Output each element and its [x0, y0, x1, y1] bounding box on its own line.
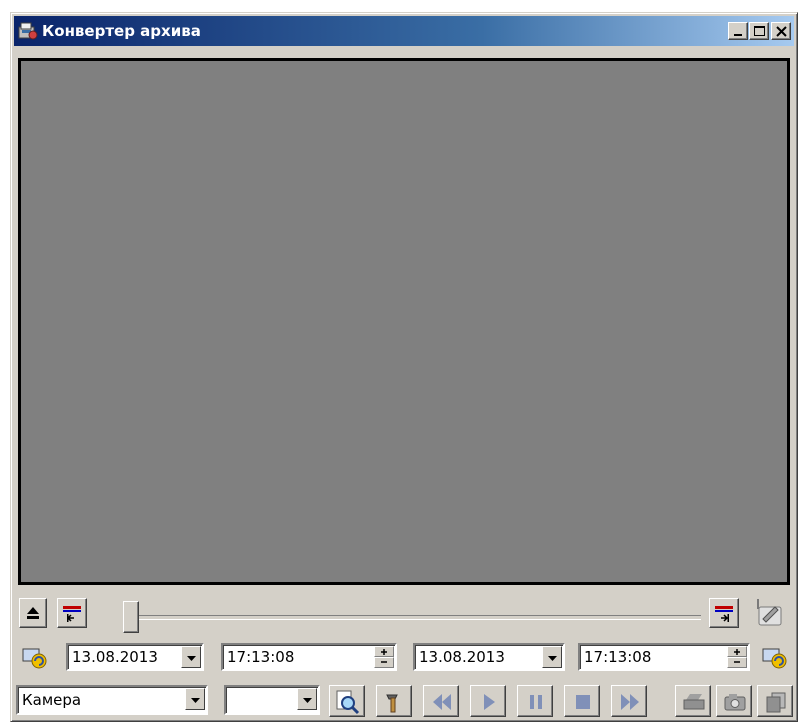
- chevron-down-icon: [303, 698, 312, 703]
- copy-icon: [766, 692, 786, 713]
- end-time-field[interactable]: [578, 643, 750, 671]
- maximize-button[interactable]: [749, 22, 769, 40]
- copy-button[interactable]: [757, 685, 793, 717]
- play-button[interactable]: [470, 685, 506, 717]
- chevron-down-icon: [187, 656, 196, 661]
- minimize-button[interactable]: [728, 22, 748, 40]
- close-icon: [776, 26, 787, 37]
- end-date-dropdown-button[interactable]: [542, 646, 562, 668]
- title-bar[interactable]: Конвертер архива: [14, 16, 794, 46]
- maximize-icon: [754, 26, 765, 36]
- search-icon: [336, 690, 360, 715]
- set-end-marker-button[interactable]: [709, 598, 739, 628]
- timeline-track[interactable]: [131, 615, 701, 620]
- secondary-dropdown-button[interactable]: [297, 688, 317, 710]
- end-date-field[interactable]: [413, 643, 565, 671]
- rewind-icon: [433, 694, 451, 710]
- stop-button[interactable]: [564, 685, 600, 717]
- chevron-down-icon: [548, 656, 557, 661]
- spinner-icon: [734, 649, 740, 663]
- archive-converter-window: Конвертер архива 13.08.2013 17:13:08 13.…: [10, 12, 798, 722]
- video-viewport[interactable]: [18, 58, 790, 585]
- end-time-spinner[interactable]: [727, 646, 747, 668]
- play-icon: [484, 694, 495, 710]
- pause-button[interactable]: [517, 685, 553, 717]
- refresh-icon: [22, 648, 47, 669]
- settings-icon: [386, 694, 398, 713]
- pause-icon: [530, 695, 542, 709]
- timeline-thumb[interactable]: [123, 601, 139, 633]
- set-start-marker-button[interactable]: [57, 598, 87, 628]
- start-time-field[interactable]: [221, 643, 397, 671]
- edit-icon: [757, 599, 782, 626]
- camera-dropdown-button[interactable]: [185, 688, 205, 710]
- camera-select[interactable]: Камера: [16, 685, 208, 715]
- camera-select-value: Камера: [22, 691, 82, 709]
- close-button[interactable]: [771, 22, 791, 40]
- refresh-icon: [762, 648, 787, 669]
- start-time-spinner[interactable]: [374, 646, 394, 668]
- set-end-marker-icon: [715, 606, 733, 622]
- window-title: Конвертер архива: [42, 22, 201, 40]
- camera-icon: [724, 694, 746, 711]
- refresh-start-button[interactable]: [19, 643, 53, 673]
- end-time-input[interactable]: [584, 648, 719, 666]
- eject-button[interactable]: [19, 598, 47, 628]
- start-time-input[interactable]: [227, 648, 365, 666]
- app-icon: [18, 21, 38, 41]
- stop-icon: [576, 695, 590, 709]
- edit-button[interactable]: [751, 595, 787, 631]
- spinner-icon: [381, 649, 387, 663]
- start-date-input[interactable]: [72, 648, 180, 666]
- start-date-dropdown-button[interactable]: [181, 646, 201, 668]
- chevron-down-icon: [191, 698, 200, 703]
- fast-forward-icon: [621, 694, 639, 710]
- secondary-select[interactable]: [224, 685, 320, 715]
- rewind-button[interactable]: [423, 685, 459, 717]
- print-icon: [683, 694, 705, 710]
- fast-forward-button[interactable]: [611, 685, 647, 717]
- start-date-field[interactable]: [66, 643, 204, 671]
- end-date-input[interactable]: [419, 648, 538, 666]
- print-button[interactable]: [675, 685, 711, 717]
- minimize-icon: [734, 34, 742, 36]
- refresh-end-button[interactable]: [759, 643, 793, 673]
- eject-icon: [27, 607, 39, 619]
- search-button[interactable]: [329, 685, 365, 717]
- settings-button[interactable]: [376, 685, 412, 717]
- set-start-marker-icon: [63, 606, 81, 622]
- snapshot-button[interactable]: [716, 685, 752, 717]
